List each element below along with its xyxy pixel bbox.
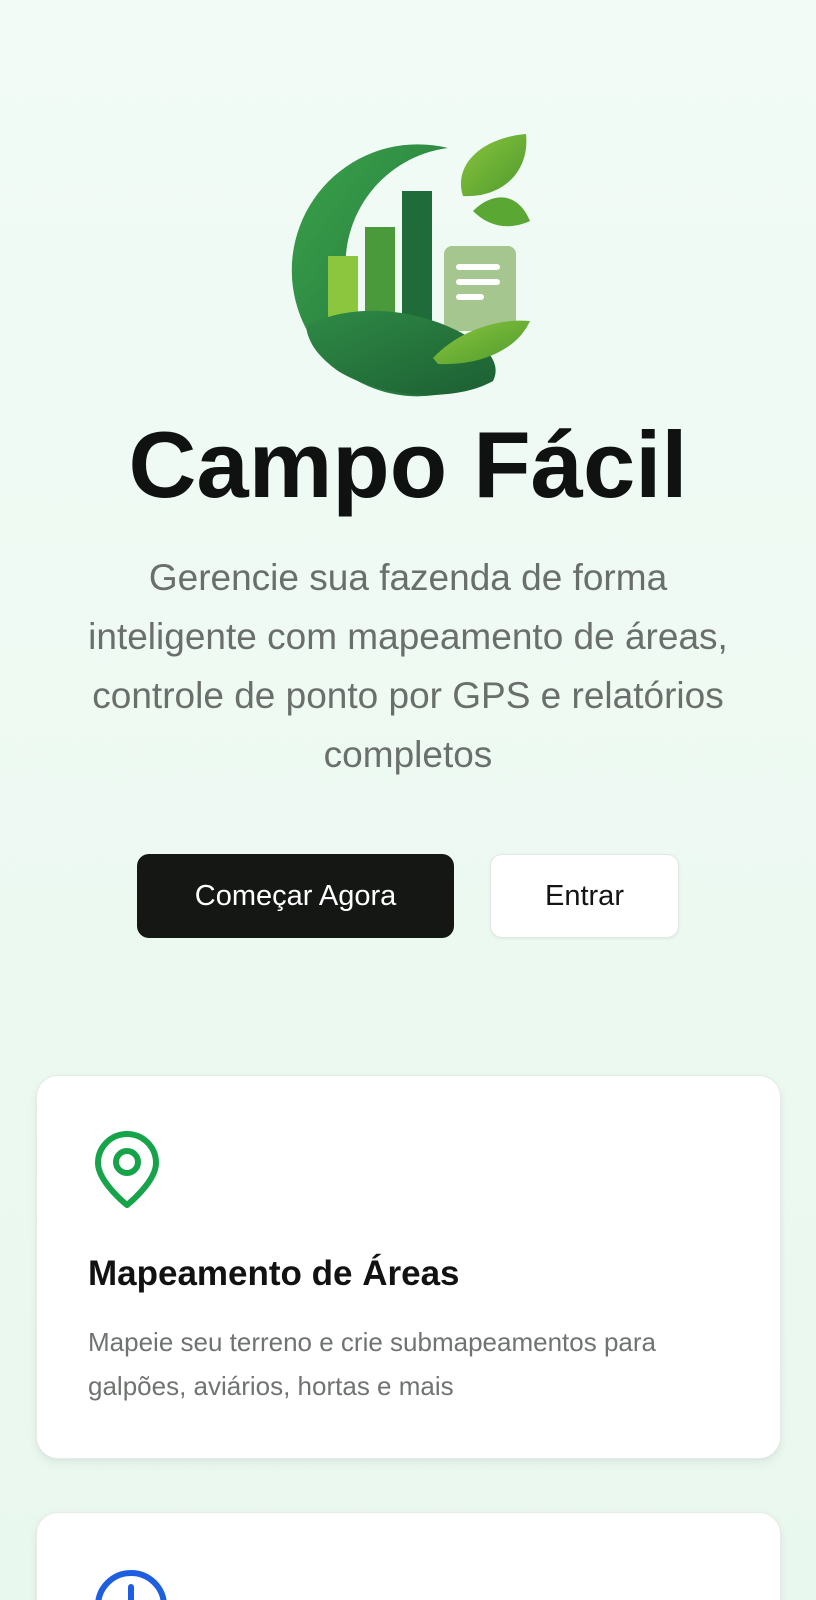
feature-description: Mapeie seu terreno e crie submapeamentos… [88, 1327, 656, 1401]
start-now-button[interactable]: Começar Agora [137, 854, 454, 938]
login-button[interactable]: Entrar [490, 854, 679, 938]
farm-growth-chart-logo-icon [268, 126, 548, 412]
app-title: Campo Fácil [128, 412, 688, 517]
clock-icon [92, 1567, 170, 1600]
app-subtitle: Gerencie sua fazenda de forma inteligent… [88, 557, 728, 775]
map-pin-icon [92, 1128, 162, 1210]
feature-title: Mapeamento de Áreas [88, 1254, 460, 1293]
